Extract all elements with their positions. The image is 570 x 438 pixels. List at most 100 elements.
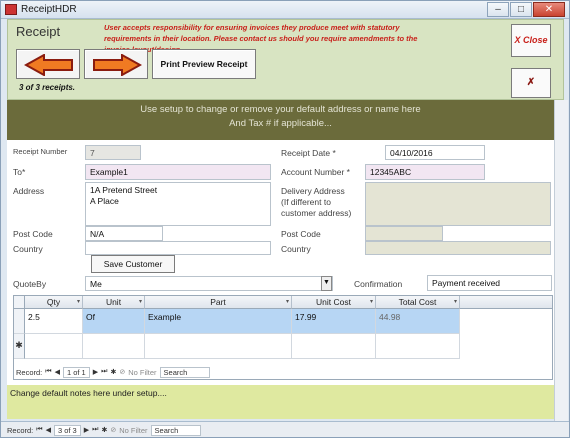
page-title: Receipt <box>16 24 61 39</box>
receipt-window: ReceiptHDR – □ ✕ Receipt User accepts re… <box>0 0 570 438</box>
cell-unit-cost[interactable]: 17.99 <box>292 309 376 334</box>
sort-arrow-icon[interactable]: ▾ <box>286 296 289 308</box>
form-record-position[interactable]: 3 of 3 <box>53 424 81 436</box>
arrow-right-icon <box>93 54 142 76</box>
col-header-unit-label: Unit <box>105 297 122 307</box>
col-header-unit[interactable]: Unit ▾ <box>83 296 145 309</box>
form-record-navigator: Record: ⏮ ◀ 3 of 3 ▶ ⏭ ✱ ⊘ No Filter Sea… <box>7 424 201 436</box>
title-bar: ReceiptHDR – □ ✕ <box>1 1 569 19</box>
cell-qty[interactable]: 2.5 <box>25 309 83 334</box>
col-header-part[interactable]: Part ▾ <box>145 296 292 309</box>
cell-part[interactable]: Example <box>145 309 292 334</box>
subform-record-label: Record: <box>16 367 43 377</box>
sort-arrow-icon[interactable]: ▾ <box>454 296 457 308</box>
next-record-button[interactable] <box>84 49 148 79</box>
receipt-number-field[interactable]: 7 <box>85 145 141 160</box>
delivery-address-label-line-3: customer address) <box>281 208 352 218</box>
col-header-part-label: Part <box>210 297 226 307</box>
country-label: Country <box>13 244 43 254</box>
account-number-label: Account Number * <box>281 167 350 177</box>
confirmation-field[interactable]: Payment received <box>427 275 552 291</box>
new-cell-qty[interactable] <box>25 334 83 359</box>
filter-icon: ⊘ <box>119 369 126 376</box>
to-field[interactable]: Example1 <box>85 164 271 180</box>
x-close-button[interactable]: X Close <box>511 24 551 57</box>
col-header-unit-cost-label: Unit Cost <box>316 297 351 307</box>
vertical-scrollbar[interactable] <box>554 100 568 421</box>
delivery-address-label-line-1: Delivery Address <box>281 186 345 196</box>
new-row-selector[interactable]: ✱ <box>14 334 25 359</box>
next-record-icon[interactable]: ▶ <box>84 426 89 434</box>
sort-arrow-icon[interactable]: ▾ <box>77 296 80 308</box>
new-cell-unit[interactable] <box>83 334 145 359</box>
delete-record-button[interactable]: ✗ <box>511 68 551 98</box>
notes-area[interactable]: Change default notes here under setup...… <box>7 385 554 419</box>
cell-unit[interactable]: Of <box>83 309 145 334</box>
subform-filter-status[interactable]: No Filter <box>128 368 156 377</box>
new-cell-part[interactable] <box>145 334 292 359</box>
address-line-2: A Place <box>90 196 119 206</box>
subform-record-position[interactable]: 1 of 1 <box>62 366 90 378</box>
delivery-address-field[interactable] <box>365 182 551 226</box>
banner-line-2: And Tax # if applicable... <box>229 118 332 129</box>
grid-corner[interactable] <box>14 296 25 309</box>
new-record-icon[interactable]: ✱ <box>101 426 107 434</box>
save-customer-button[interactable]: Save Customer <box>91 255 175 273</box>
receipt-date-label: Receipt Date * <box>281 148 336 158</box>
prev-record-icon[interactable]: ◀ <box>55 368 60 376</box>
receipt-number-label: Receipt Number <box>13 147 68 156</box>
prev-record-icon[interactable]: ◀ <box>46 426 51 434</box>
delivery-country-label: Country <box>281 244 311 254</box>
receipt-form: Receipt Number 7 Receipt Date * 04/10/20… <box>7 140 554 385</box>
delete-icon: ✗ <box>526 77 536 88</box>
sort-arrow-icon[interactable]: ▾ <box>139 296 142 308</box>
delivery-post-code-field[interactable] <box>365 226 443 241</box>
delivery-country-field[interactable] <box>365 241 551 255</box>
delivery-address-label-line-2: (If different to <box>281 197 331 207</box>
receipt-header: Receipt User accepts responsibility for … <box>7 19 564 100</box>
minimize-button[interactable]: – <box>487 2 509 17</box>
subform-record-navigator: Record: ⏮ ◀ 1 of 1 ▶ ⏭ ✱ ⊘ No Filter Sea… <box>16 366 210 378</box>
address-line-1: 1A Pretend Street <box>90 185 158 195</box>
window-title: ReceiptHDR <box>21 4 77 15</box>
col-header-unit-cost[interactable]: Unit Cost ▾ <box>292 296 376 309</box>
close-window-button[interactable]: ✕ <box>533 2 565 17</box>
form-record-label: Record: <box>7 425 34 435</box>
subform-search-box[interactable]: Search <box>159 366 210 378</box>
quote-by-combo[interactable]: Me <box>85 276 333 291</box>
last-record-icon[interactable]: ⏭ <box>101 368 107 376</box>
col-header-qty-label: Qty <box>46 297 61 307</box>
previous-record-button[interactable] <box>16 49 80 79</box>
new-cell-unit-cost[interactable] <box>292 334 376 359</box>
delivery-post-code-label: Post Code <box>281 229 321 239</box>
delivery-address-label: Delivery Address (If different to custom… <box>281 186 351 219</box>
form-record-bar: Record: ⏮ ◀ 3 of 3 ▶ ⏭ ✱ ⊘ No Filter Sea… <box>1 421 569 437</box>
first-record-icon[interactable]: ⏮ <box>45 368 51 376</box>
address-label: Address <box>13 186 45 196</box>
sort-arrow-icon[interactable]: ▾ <box>370 296 373 308</box>
last-record-icon[interactable]: ⏭ <box>92 426 98 434</box>
col-header-spacer <box>460 296 552 309</box>
post-code-label: Post Code <box>13 229 53 239</box>
new-record-icon[interactable]: ✱ <box>110 368 116 376</box>
col-header-qty[interactable]: Qty ▾ <box>25 296 83 309</box>
next-record-icon[interactable]: ▶ <box>93 368 98 376</box>
col-header-total-cost-label: Total Cost <box>398 297 437 307</box>
country-field[interactable] <box>85 241 271 255</box>
col-header-total-cost[interactable]: Total Cost ▾ <box>376 296 460 309</box>
new-cell-total-cost <box>376 334 460 359</box>
row-selector[interactable] <box>14 309 25 334</box>
form-search-box[interactable]: Search <box>150 424 201 436</box>
cell-total-cost: 44.98 <box>376 309 460 334</box>
chevron-down-icon[interactable]: ▼ <box>321 276 332 291</box>
form-filter-status[interactable]: No Filter <box>119 426 147 435</box>
access-form-icon <box>5 4 17 15</box>
receipt-date-field[interactable]: 04/10/2016 <box>385 145 485 160</box>
address-field[interactable]: 1A Pretend Street A Place <box>85 182 271 226</box>
post-code-field[interactable]: N/A <box>85 226 163 241</box>
first-record-icon[interactable]: ⏮ <box>36 426 42 434</box>
record-count-text: 3 of 3 receipts. <box>19 83 76 92</box>
maximize-button[interactable]: □ <box>510 2 532 17</box>
print-preview-button[interactable]: Print Preview Receipt <box>152 49 256 79</box>
account-number-field[interactable]: 12345ABC <box>365 164 485 180</box>
